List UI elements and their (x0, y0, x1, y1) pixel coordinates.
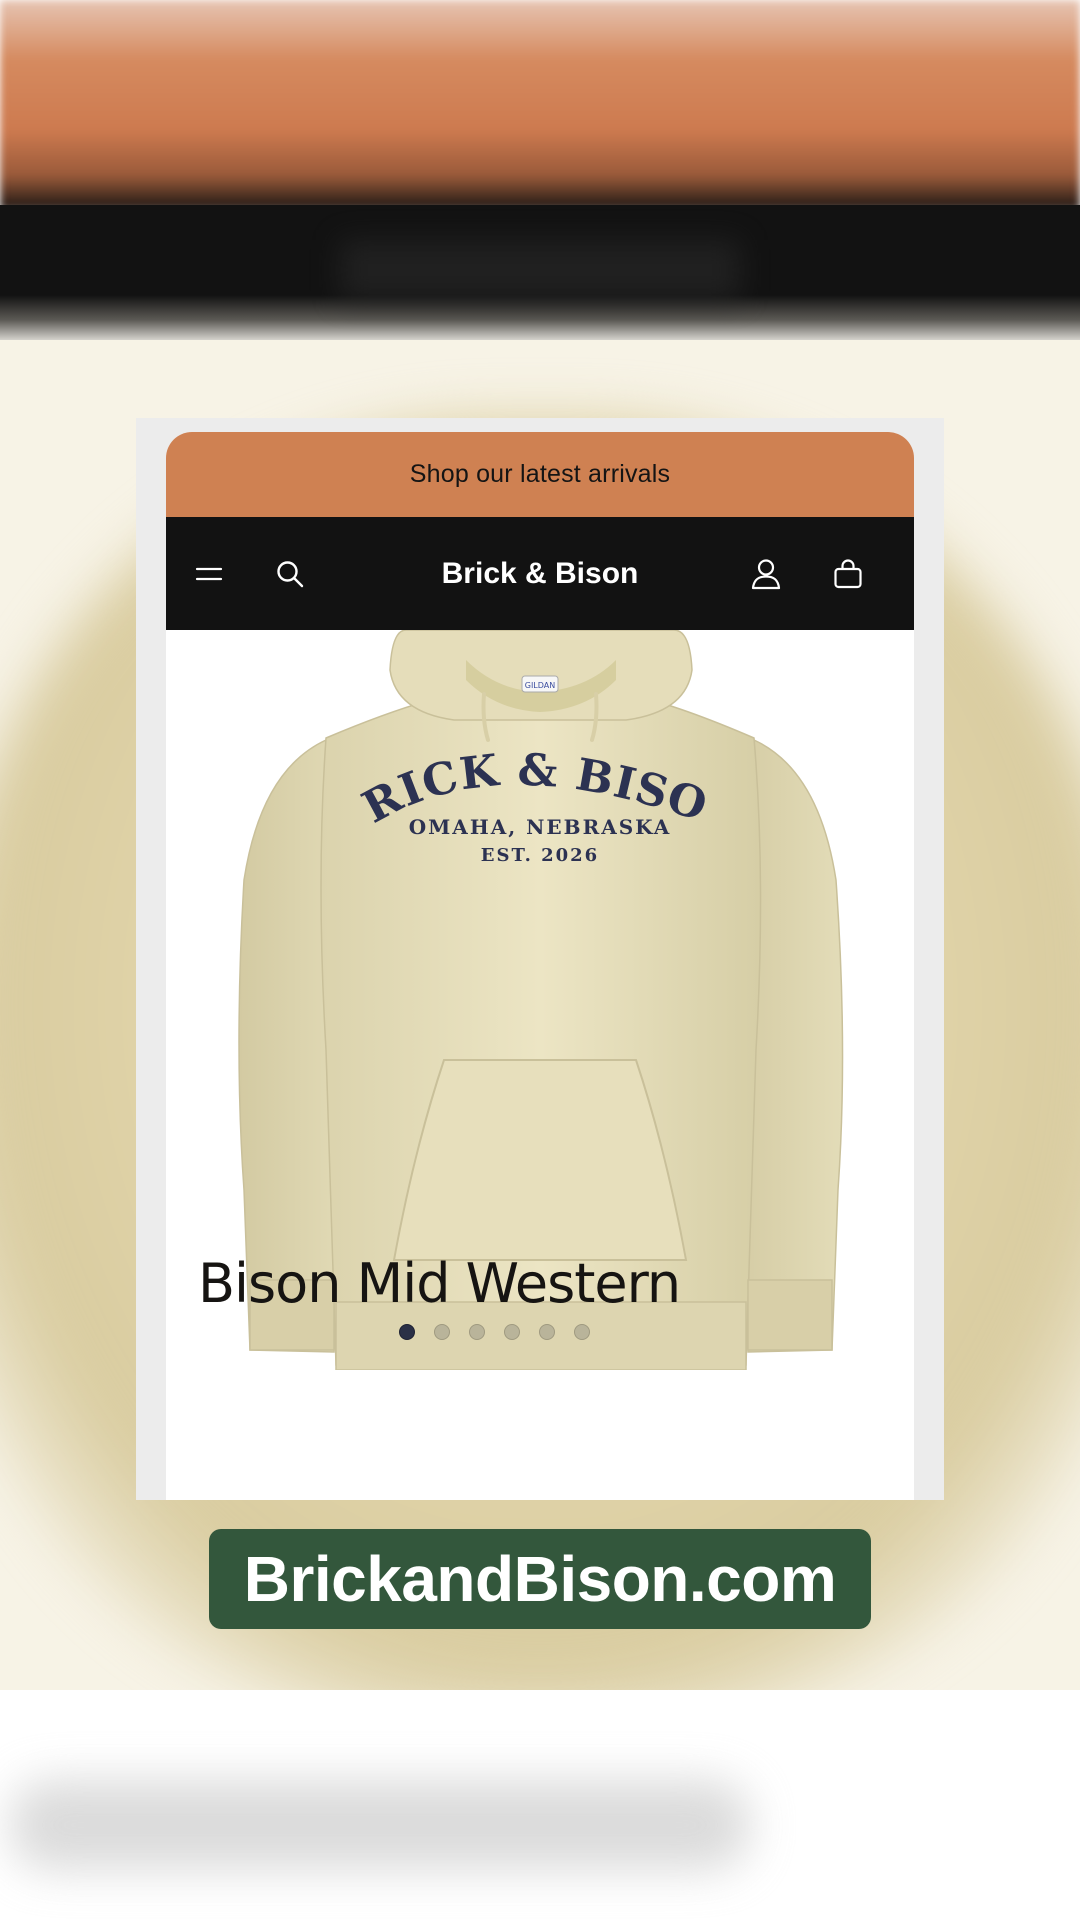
gallery-dot[interactable] (503, 1324, 520, 1340)
gallery-dot[interactable] (468, 1324, 485, 1340)
video-frame: Shop our latest arrivals Brick & Bison G… (0, 0, 1080, 1920)
print-location-text: OMAHA, NEBRASKA (409, 815, 672, 839)
blurred-title-background (10, 1780, 750, 1870)
gallery-dot[interactable] (538, 1324, 555, 1340)
website-badge: BrickandBison.com (209, 1529, 871, 1629)
blurred-announcement-background (0, 0, 1080, 210)
website-label: BrickandBison.com (243, 1543, 837, 1615)
site-header: Brick & Bison (166, 517, 914, 630)
announcement-bar[interactable]: Shop our latest arrivals (166, 432, 914, 517)
menu-icon[interactable] (179, 517, 239, 630)
announcement-text: Shop our latest arrivals (409, 460, 671, 488)
print-established-text: EST. 2026 (481, 845, 599, 866)
search-icon[interactable] (260, 517, 320, 630)
cart-icon[interactable] (818, 517, 878, 630)
store-screen: Shop our latest arrivals Brick & Bison G… (166, 432, 914, 1500)
gallery-dot[interactable] (433, 1324, 450, 1340)
gallery-dot[interactable] (573, 1324, 590, 1340)
blurred-brand-background (340, 240, 740, 300)
svg-text:GILDAN: GILDAN (525, 681, 556, 690)
gallery-dot[interactable] (398, 1324, 415, 1340)
product-title: Bison Mid Western (198, 1252, 681, 1315)
account-icon[interactable] (736, 517, 796, 630)
gallery-pagination (166, 1324, 914, 1340)
